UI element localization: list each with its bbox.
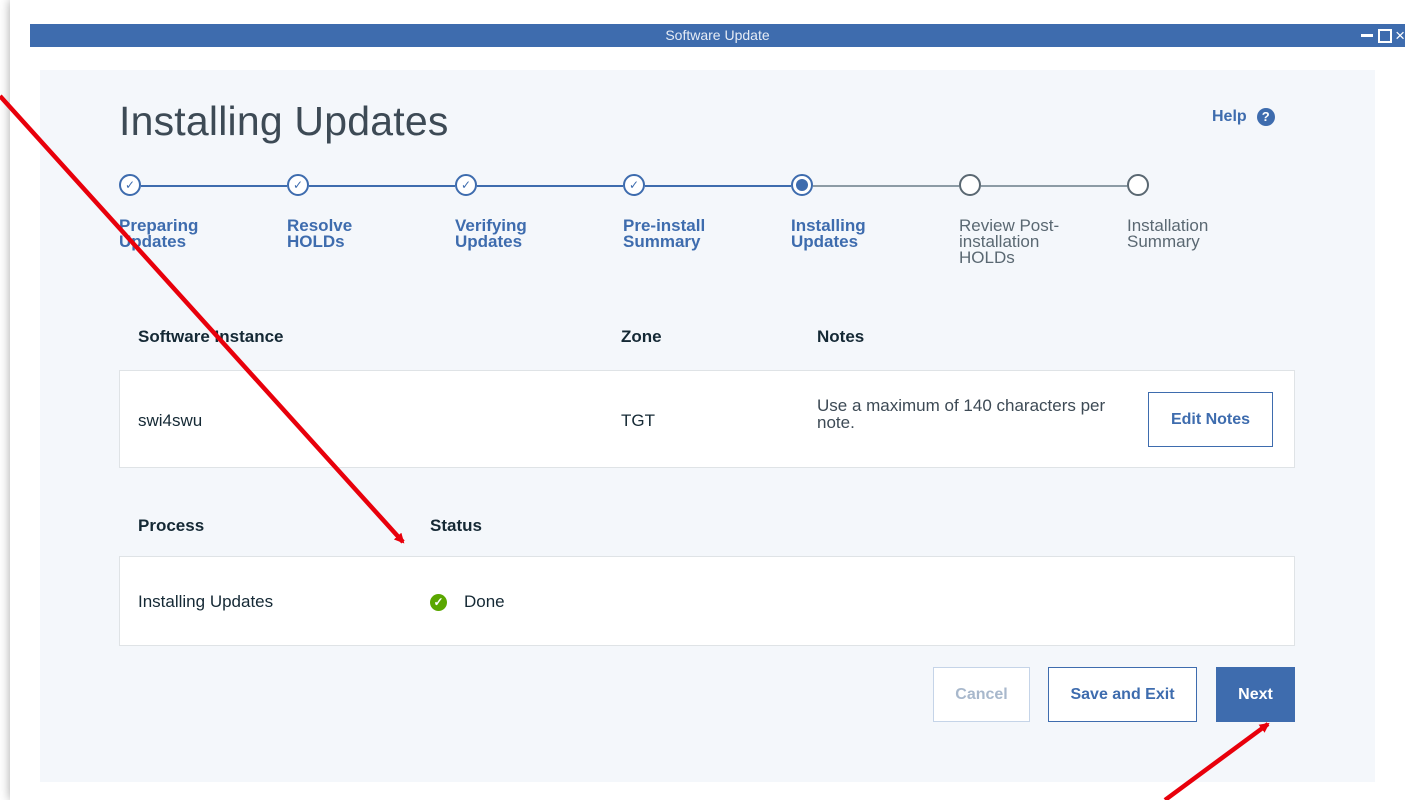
header-process: Process (138, 516, 205, 535)
help-link[interactable]: Help ? (1212, 108, 1275, 126)
process-status: ✓ Done (430, 592, 505, 612)
page-title: Installing Updates (119, 98, 449, 144)
close-icon[interactable]: × (1395, 27, 1405, 44)
status-text: Done (464, 592, 505, 611)
header-software-instance: Software Instance (138, 327, 284, 346)
process-name: Installing Updates (138, 592, 274, 611)
header-zone: Zone (621, 327, 662, 346)
save-and-exit-button[interactable]: Save and Exit (1048, 667, 1197, 722)
window-titlebar[interactable]: Software Update _ □ × (30, 24, 1405, 47)
window-title: Software Update (665, 27, 770, 43)
header-status: Status (430, 516, 482, 535)
maximize-icon[interactable]: □ (1378, 28, 1393, 43)
check-circle-icon: ✓ (430, 593, 447, 611)
help-circle-icon[interactable]: ? (1256, 108, 1275, 126)
header-notes: Notes (817, 327, 865, 346)
help-label: Help (1212, 108, 1247, 125)
process-row (119, 556, 1295, 646)
minimize-icon[interactable]: _ (1361, 34, 1374, 37)
instance-zone: TGT (621, 411, 655, 430)
instance-notes: Use a maximum of 140 characters per note… (817, 396, 1106, 432)
next-button[interactable]: Next (1216, 667, 1295, 722)
window-controls: _ □ × (1361, 25, 1405, 46)
instance-name: swi4swu (138, 411, 203, 430)
edit-notes-button[interactable]: Edit Notes (1148, 392, 1273, 447)
cancel-button[interactable]: Cancel (933, 667, 1030, 722)
